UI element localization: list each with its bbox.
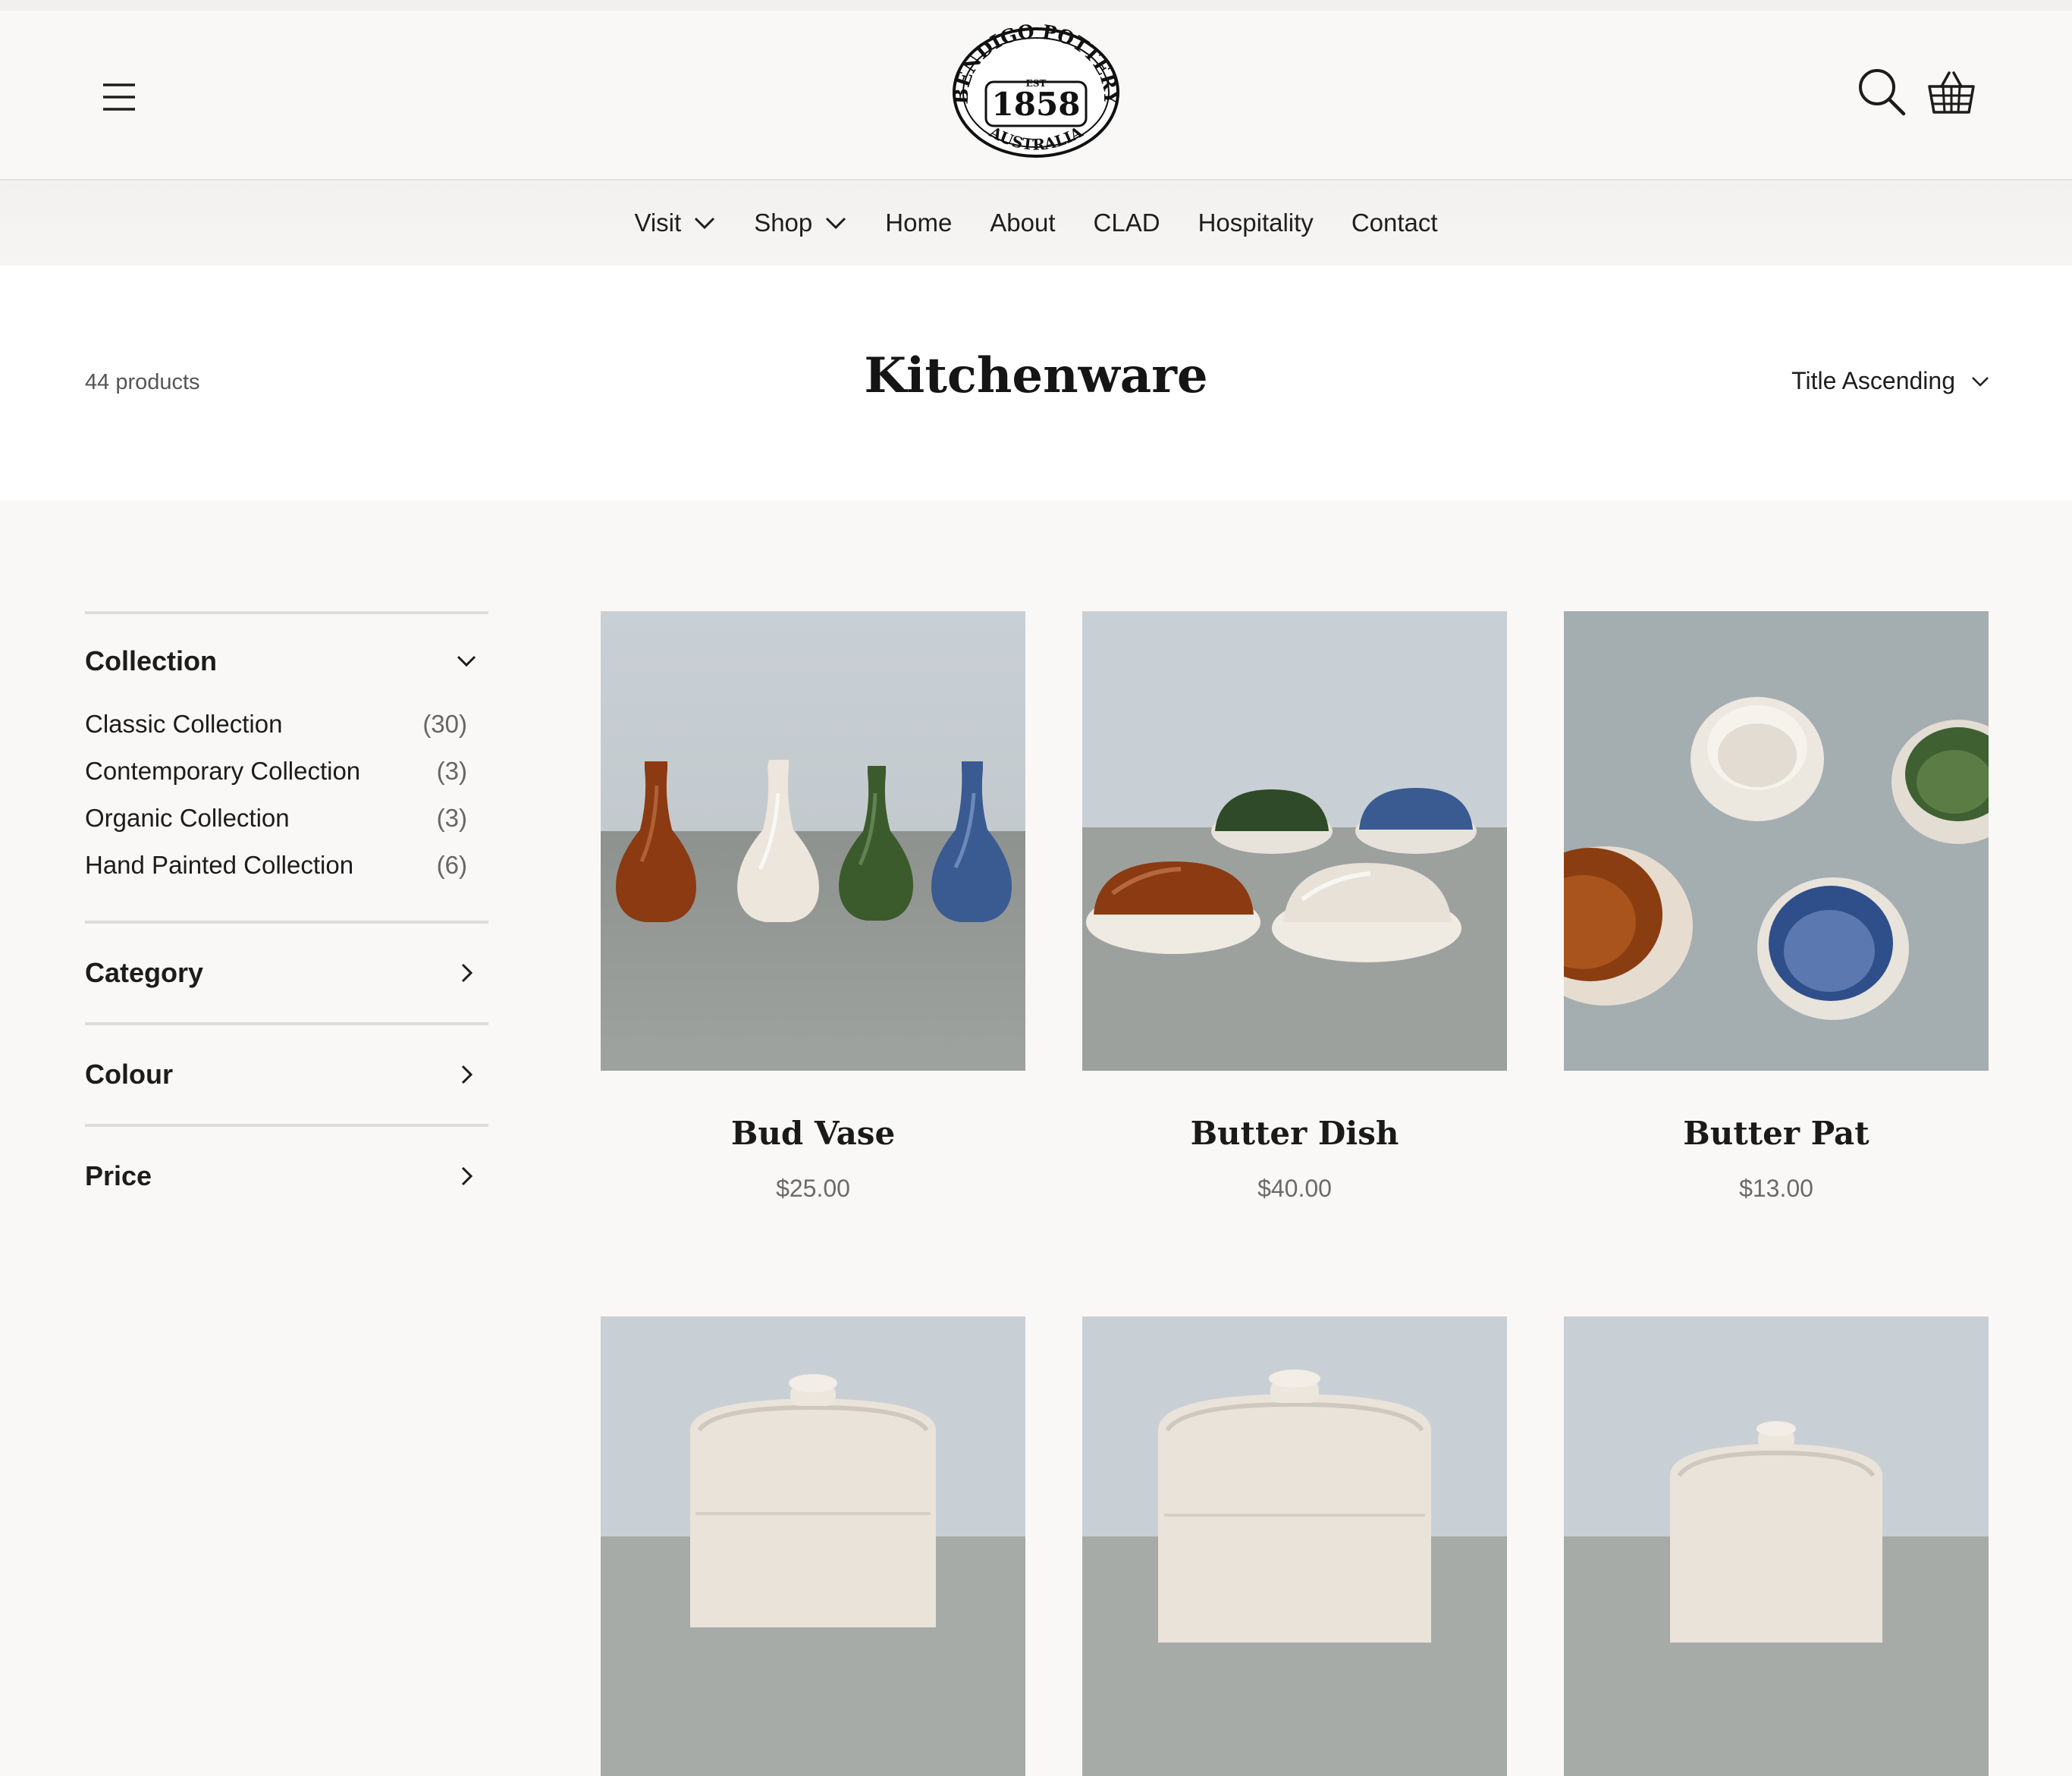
filter-collection: Collection Classic Collection (30) Conte…: [85, 611, 488, 921]
filter-price-label: Price: [85, 1160, 152, 1191]
chevron-down-icon: [1972, 376, 1989, 387]
nav-home[interactable]: Home: [885, 209, 952, 237]
filter-option-label: Hand Painted Collection: [85, 851, 354, 879]
product-name[interactable]: Butter Pat: [1564, 1115, 1989, 1152]
product-name[interactable]: Bud Vase: [601, 1115, 1025, 1152]
filter-price-toggle[interactable]: Price: [85, 1127, 488, 1225]
filter-option-classic[interactable]: Classic Collection (30): [85, 701, 488, 748]
filter-colour-label: Colour: [85, 1059, 173, 1090]
collection-options: Classic Collection (30) Contemporary Col…: [85, 701, 488, 921]
filter-option-count: (3): [436, 757, 467, 785]
chevron-right-icon: [461, 1065, 473, 1084]
hamburger-menu-icon[interactable]: [97, 74, 143, 120]
filter-category-label: Category: [85, 957, 204, 988]
nav-about[interactable]: About: [990, 209, 1055, 237]
basket-cart-icon[interactable]: [1926, 68, 1976, 118]
nav-visit[interactable]: Visit: [634, 209, 716, 237]
filter-collection-toggle[interactable]: Collection: [85, 614, 488, 708]
product-card-butter-pat[interactable]: Butter Pat $13.00: [1564, 611, 1989, 1203]
filter-option-label: Classic Collection: [85, 710, 283, 738]
product-card-bud-vase[interactable]: Bud Vase $25.00: [601, 611, 1025, 1203]
brand-logo[interactable]: BENDIGO POTTERY EST 1858 AUSTRALIA: [947, 20, 1125, 167]
filter-category: Category: [85, 921, 488, 1022]
sort-label: Title Ascending: [1791, 367, 1955, 394]
top-strip: [0, 0, 2072, 11]
nav-shop[interactable]: Shop: [754, 209, 847, 237]
chevron-down-icon: [457, 655, 476, 667]
filter-option-hand-painted[interactable]: Hand Painted Collection (6): [85, 842, 488, 889]
chevron-down-icon: [826, 217, 846, 230]
filter-category-toggle[interactable]: Category: [85, 924, 488, 1022]
product-image[interactable]: [601, 611, 1025, 1071]
main-nav: Visit Shop Home About CLAD Hospitality C…: [0, 180, 2072, 265]
nav-visit-label: Visit: [634, 209, 682, 237]
chevron-right-icon: [461, 963, 473, 983]
filter-price: Price: [85, 1124, 488, 1225]
product-price: $13.00: [1739, 1175, 1813, 1202]
filter-option-contemporary[interactable]: Contemporary Collection (3): [85, 748, 488, 795]
product-price: $25.00: [776, 1175, 850, 1202]
product-image[interactable]: [601, 1316, 1025, 1776]
product-price: $40.00: [1257, 1175, 1332, 1202]
filter-colour-toggle[interactable]: Colour: [85, 1025, 488, 1124]
filter-option-count: (30): [422, 710, 467, 738]
filter-option-label: Organic Collection: [85, 804, 290, 832]
site-header: BENDIGO POTTERY EST 1858 AUSTRALIA: [0, 11, 2072, 180]
product-image[interactable]: [1564, 611, 1989, 1071]
product-image[interactable]: [1082, 611, 1507, 1071]
page-title: Kitchenware: [864, 347, 1208, 404]
nav-shop-label: Shop: [754, 209, 813, 237]
sort-dropdown[interactable]: Title Ascending: [1791, 367, 1990, 395]
filter-collection-label: Collection: [85, 645, 218, 676]
product-name[interactable]: Butter Dish: [1082, 1115, 1507, 1152]
filter-option-label: Contemporary Collection: [85, 757, 361, 785]
product-image[interactable]: [1082, 1316, 1507, 1776]
nav-clad[interactable]: CLAD: [1094, 209, 1160, 237]
filter-option-organic[interactable]: Organic Collection (3): [85, 795, 488, 842]
nav-contact[interactable]: Contact: [1352, 209, 1438, 237]
product-card-butter-dish[interactable]: Butter Dish $40.00: [1082, 611, 1507, 1203]
chevron-down-icon: [695, 217, 715, 230]
filter-sidebar: Collection Classic Collection (30) Conte…: [85, 611, 488, 1225]
filter-option-count: (3): [436, 804, 467, 832]
product-card[interactable]: [1082, 1316, 1507, 1776]
nav-hospitality[interactable]: Hospitality: [1198, 209, 1314, 237]
chevron-right-icon: [461, 1166, 473, 1186]
logo-year-text: 1858: [992, 86, 1081, 123]
product-card[interactable]: [601, 1316, 1025, 1776]
filter-colour: Colour: [85, 1022, 488, 1124]
search-icon[interactable]: [1855, 65, 1908, 118]
filter-option-count: (6): [436, 851, 467, 879]
product-image[interactable]: [1564, 1316, 1989, 1776]
product-card[interactable]: [1564, 1316, 1989, 1776]
